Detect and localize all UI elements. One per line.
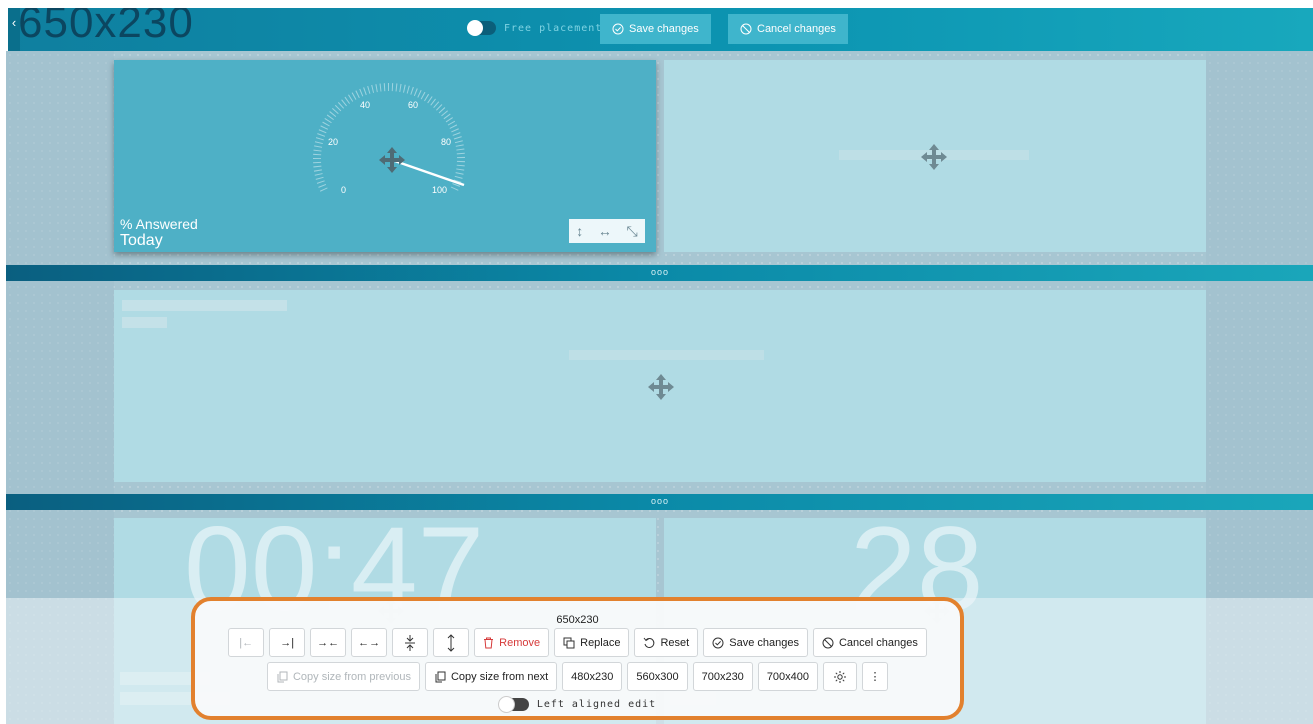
check-circle-icon — [612, 23, 624, 35]
move-icon[interactable] — [377, 145, 407, 175]
shrink-vertical-button[interactable] — [392, 628, 429, 657]
replace-icon — [563, 637, 575, 648]
widget-edit-panel: 650x230 |← →| →← ←→ Remove Replace Reset… — [191, 597, 964, 720]
panel-size-label: 650x230 — [556, 614, 599, 626]
preset-size-label: 700x230 — [701, 670, 744, 683]
reset-label: Reset — [660, 636, 690, 649]
preset-size-label: 700x400 — [766, 670, 810, 683]
preset-size-label: 480x230 — [571, 670, 614, 683]
widget-slot-right[interactable] — [664, 60, 1206, 252]
remove-label: Remove — [499, 636, 541, 649]
editor-toolbar: ‹ 650x230 Free placement Save changes Ca… — [6, 8, 1313, 51]
row-handle-icon[interactable]: ooo — [651, 496, 669, 506]
preset-size-button[interactable]: 560x300 — [627, 662, 688, 691]
preset-size-button[interactable]: 700x400 — [757, 662, 819, 691]
cancel-changes-label: Cancel changes — [838, 636, 918, 649]
settings-button[interactable] — [823, 662, 858, 691]
more-options-button[interactable]: ⋮ — [862, 662, 889, 691]
arrow-bar-right-icon: →| — [280, 636, 295, 649]
copy-size-previous-label: Copy size from previous — [292, 670, 411, 683]
replace-button[interactable]: Replace — [554, 628, 630, 657]
resize-vertical-icon[interactable]: ↕ — [576, 223, 583, 239]
replace-label: Replace — [580, 636, 621, 649]
toolbar-save-label: Save changes — [629, 23, 699, 35]
arrows-vertical-outward-icon — [447, 633, 455, 652]
left-aligned-label: Left aligned edit — [536, 699, 657, 710]
bar-arrow-left-icon: |← — [239, 636, 254, 649]
expand-vertical-button[interactable] — [433, 628, 470, 657]
gauge-tick-40: 40 — [360, 100, 370, 110]
left-aligned-toggle[interactable] — [497, 696, 529, 713]
resize-handles: ↕ ↔ ⤡ — [569, 219, 645, 243]
copy-icon — [435, 671, 446, 682]
free-placement-toggle-group: Free placement — [467, 20, 603, 36]
toolbar-save-button[interactable]: Save changes — [600, 14, 711, 44]
copy-icon — [277, 671, 288, 682]
gauge-widget[interactable]: 0 20 40 60 80 100 % Answered Today ↕ ↔ ⤡ — [114, 60, 656, 252]
reset-button[interactable]: Reset — [634, 628, 699, 657]
free-placement-label: Free placement — [504, 22, 603, 34]
copy-size-previous-button[interactable]: Copy size from previous — [266, 662, 420, 691]
toolbar-cancel-label: Cancel changes — [757, 23, 836, 35]
row-handle-icon[interactable]: ooo — [651, 267, 669, 277]
gauge-tick-0: 0 — [341, 185, 346, 195]
reset-icon — [644, 637, 655, 648]
arrows-vertical-inward-icon — [405, 634, 416, 651]
gauge-tick-20: 20 — [328, 137, 338, 147]
trash-icon — [484, 637, 494, 648]
cancel-circle-icon — [740, 23, 752, 35]
row-separator[interactable]: ooo — [6, 265, 1313, 281]
save-changes-button[interactable]: Save changes — [703, 628, 808, 657]
save-changes-label: Save changes — [729, 636, 799, 649]
resize-diagonal-icon[interactable]: ⤡ — [626, 223, 637, 240]
remove-button[interactable]: Remove — [474, 628, 550, 657]
arrows-outward-icon: ←→ — [358, 636, 381, 649]
move-icon[interactable] — [646, 372, 676, 402]
gear-icon — [834, 670, 847, 683]
preset-size-button[interactable]: 700x230 — [692, 662, 753, 691]
preset-size-button[interactable]: 480x230 — [562, 662, 623, 691]
gauge-dial: 0 20 40 60 80 100 — [313, 83, 465, 195]
placeholder-title-bar — [122, 300, 287, 311]
copy-size-next-button[interactable]: Copy size from next — [424, 662, 558, 691]
gauge-subtitle: Today — [120, 232, 163, 249]
left-aligned-toggle-group: Left aligned edit — [195, 696, 960, 713]
toolbar-cancel-button[interactable]: Cancel changes — [728, 14, 848, 44]
gauge-title: % Answered — [120, 216, 198, 232]
gauge-tick-60: 60 — [408, 100, 418, 110]
placeholder-subtitle-bar — [122, 317, 167, 328]
preset-size-label: 560x300 — [636, 670, 679, 683]
align-right-edge-button[interactable]: →| — [269, 628, 306, 657]
expand-horizontal-button[interactable]: ←→ — [351, 628, 388, 657]
move-icon[interactable] — [919, 142, 949, 172]
placeholder-text-bar — [569, 350, 764, 360]
widget-size-heading: 650x230 — [18, 8, 194, 47]
cancel-changes-button[interactable]: Cancel changes — [812, 628, 927, 657]
panel-action-row: |← →| →← ←→ Remove Replace Reset Save ch… — [195, 628, 960, 657]
check-circle-icon — [712, 637, 724, 648]
free-placement-toggle[interactable] — [467, 20, 496, 36]
more-vertical-icon: ⋮ — [869, 671, 881, 683]
panel-size-row: Copy size from previous Copy size from n… — [195, 662, 960, 691]
cancel-circle-icon — [822, 637, 834, 648]
align-left-edge-button[interactable]: |← — [228, 628, 265, 657]
arrows-inward-icon: →← — [317, 636, 340, 649]
gauge-tick-80: 80 — [441, 137, 451, 147]
shrink-horizontal-button[interactable]: →← — [310, 628, 347, 657]
resize-horizontal-icon[interactable]: ↔ — [598, 223, 612, 239]
wide-widget[interactable] — [114, 290, 1206, 482]
row-separator[interactable]: ooo — [6, 494, 1313, 510]
gauge-tick-100: 100 — [432, 185, 447, 195]
copy-size-next-label: Copy size from next — [450, 670, 549, 683]
